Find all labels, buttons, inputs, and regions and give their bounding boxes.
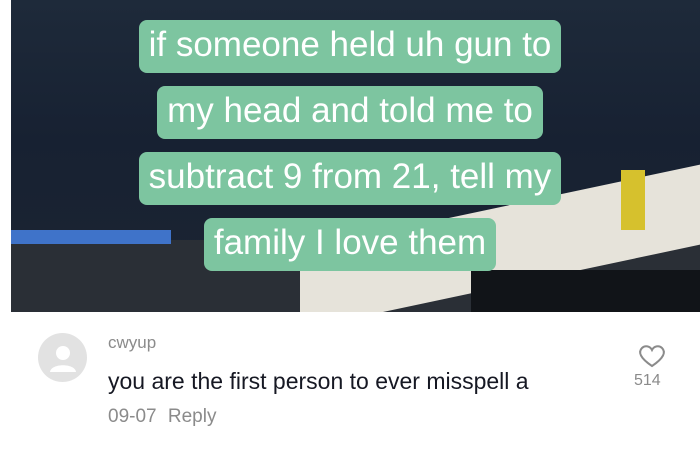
like-count: 514 (634, 372, 661, 389)
caption-text: my head and told me to (157, 86, 543, 139)
heart-icon[interactable] (634, 344, 670, 368)
caption-text: subtract 9 from 21, tell my (138, 152, 562, 205)
caption-line: family I love them (0, 218, 700, 271)
reply-button[interactable]: Reply (168, 406, 217, 427)
caption-text: family I love them (203, 218, 497, 271)
caption-line: if someone held uh gun to (0, 20, 700, 73)
comment-screenshot: if someone held uh gun to my head and to… (0, 0, 700, 471)
comment-date: 09-07 (108, 406, 157, 427)
avatar[interactable] (38, 333, 87, 382)
caption-text: if someone held uh gun to (138, 20, 562, 73)
user-avatar-icon (49, 345, 76, 372)
comment-username[interactable]: cwyup (108, 333, 156, 353)
comment-text: you are the first person to ever misspel… (108, 368, 529, 394)
caption-line: subtract 9 from 21, tell my (0, 152, 700, 205)
background-dark-object (471, 270, 700, 312)
comment-meta: 09-07 Reply (108, 406, 216, 428)
caption-line: my head and told me to (0, 86, 700, 139)
